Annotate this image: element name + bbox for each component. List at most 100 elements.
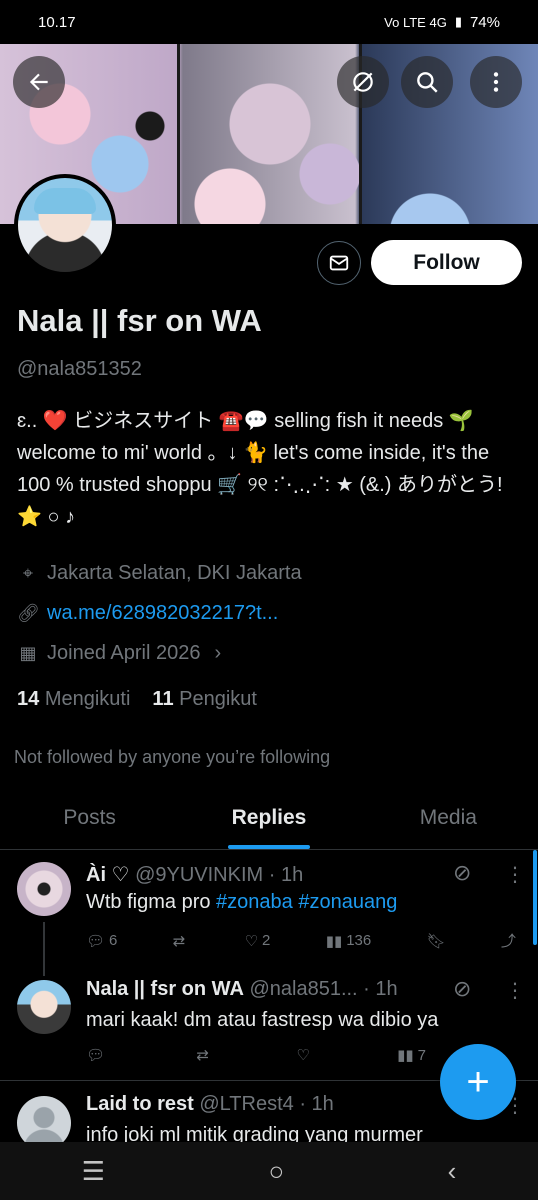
- link-icon: 🔗︎: [17, 603, 40, 623]
- reply-icon: 💬︎: [86, 1047, 106, 1064]
- tweet-header: Ài ♡ @9YUVINKIM · 1h: [86, 862, 303, 887]
- follow-stats: 14 Mengikuti 11 Pengikut: [17, 688, 257, 711]
- tab-replies[interactable]: Replies: [179, 796, 358, 849]
- following-count: 14: [17, 688, 40, 710]
- views-icon: ▮▮: [325, 932, 343, 950]
- following-stat[interactable]: 14 Mengikuti: [17, 688, 130, 711]
- grok-button[interactable]: [337, 56, 389, 108]
- tweet-text-plain: Wtb figma pro: [86, 891, 217, 913]
- link-text[interactable]: wa.me/628982032217?t...: [47, 602, 278, 625]
- back-button[interactable]: [13, 56, 65, 108]
- more-vertical-icon: [493, 72, 499, 92]
- profile-name: Nala || fsr on WA: [17, 303, 262, 338]
- views-icon: ▮▮: [397, 1047, 414, 1064]
- tweet-author-name[interactable]: Ài ♡: [86, 864, 130, 886]
- hashtag[interactable]: #zonaba: [216, 891, 293, 913]
- joined-text: Joined April 2026: [47, 642, 201, 664]
- tab-posts[interactable]: Posts: [0, 796, 179, 849]
- not-followed-note: Not followed by anyone you’re following: [14, 747, 331, 767]
- reply-icon: 💬︎: [86, 932, 106, 950]
- reply-button[interactable]: 💬︎ 6: [86, 930, 117, 951]
- search-button[interactable]: [401, 56, 453, 108]
- message-button[interactable]: [317, 241, 361, 285]
- chevron-right-icon: ›: [214, 642, 222, 664]
- status-icons: Vo LTE 4G ▮ 74%: [377, 14, 500, 31]
- profile-handle: @nala851352: [17, 358, 142, 380]
- like-count: 2: [262, 932, 271, 949]
- tweet-avatar[interactable]: [17, 980, 71, 1034]
- reply-button[interactable]: 💬︎: [86, 1046, 109, 1064]
- tweet-handle[interactable]: @nala851...: [249, 978, 357, 1000]
- profile-link[interactable]: 🔗︎ wa.me/628982032217?t...: [17, 602, 278, 625]
- location-pin-icon: ⌖: [22, 563, 34, 583]
- more-button[interactable]: [470, 56, 522, 108]
- heart-icon: ♡: [244, 932, 259, 950]
- view-count: 136: [346, 932, 372, 949]
- tab-media[interactable]: Media: [359, 796, 538, 849]
- profile-joined[interactable]: ▦ Joined April 2026 ›: [17, 642, 221, 665]
- profile-avatar[interactable]: [14, 174, 116, 276]
- tweet-actions: 💬︎ ⇄ ♡ ▮▮ 7: [86, 1046, 426, 1065]
- followers-count: 11: [152, 688, 174, 710]
- compose-button[interactable]: +: [440, 1044, 516, 1120]
- more-vertical-icon[interactable]: ⋮: [505, 862, 525, 887]
- signal-icons: Vo LTE 4G: [376, 14, 447, 30]
- views-button[interactable]: ▮▮ 136: [326, 930, 372, 951]
- repost-icon: ⇄: [172, 932, 186, 950]
- grok-icon[interactable]: ⊘: [453, 976, 471, 1002]
- tweet-text: Wtb figma pro #zonaba #zonauang: [86, 891, 397, 914]
- system-nav-bar: ☰ ○ ‹: [0, 1142, 538, 1200]
- like-button[interactable]: ♡: [296, 1046, 309, 1064]
- grok-icon: [353, 72, 373, 92]
- tweet-avatar[interactable]: [17, 862, 71, 916]
- location-text: Jakarta Selatan, DKI Jakarta: [47, 562, 302, 584]
- battery-level: 74%: [469, 13, 500, 31]
- views-button[interactable]: ▮▮ 7: [397, 1046, 426, 1065]
- followers-stat[interactable]: 11 Pengikut: [152, 688, 257, 711]
- tweet-header: Laid to rest @LTRest4 · 1h: [86, 1093, 334, 1116]
- reply-count: 6: [109, 932, 118, 949]
- recents-icon[interactable]: ☰: [82, 1156, 105, 1187]
- tweet-actions: 💬︎ 6 ⇄ ♡ 2 ▮▮ 136 🔖︎ ⤴: [86, 930, 516, 951]
- arrow-left-icon: [29, 73, 48, 91]
- tweet-time: · 1h: [299, 1093, 334, 1115]
- bookmark-button[interactable]: 🔖︎: [427, 930, 446, 951]
- bookmark-icon: 🔖︎: [426, 932, 446, 950]
- tweet-header: Nala || fsr on WA @nala851... · 1h: [86, 978, 398, 1001]
- like-button[interactable]: ♡ 2: [245, 930, 271, 951]
- thread-line: [43, 922, 45, 976]
- heart-icon: ♡: [296, 1047, 310, 1064]
- mail-icon: [329, 255, 349, 271]
- tweet-time: · 1h: [363, 978, 398, 1000]
- grok-icon[interactable]: ⊘: [453, 860, 471, 886]
- followers-label: Pengikut: [179, 688, 257, 710]
- repost-button[interactable]: ⇄: [196, 1046, 209, 1064]
- repost-icon: ⇄: [196, 1047, 209, 1064]
- profile-bio: ɛ.. ❤️ ビジネスサイト ☎️💬 selling fish it needs…: [17, 410, 503, 528]
- home-icon[interactable]: ○: [268, 1156, 284, 1187]
- share-button[interactable]: ⤴: [501, 930, 516, 951]
- tweet-handle[interactable]: @9YUVINKIM: [135, 864, 263, 886]
- search-icon: [417, 72, 438, 93]
- repost-button[interactable]: ⇄: [173, 930, 190, 951]
- tweet-handle[interactable]: @LTRest4: [199, 1093, 293, 1115]
- banner-divider: [177, 44, 180, 224]
- status-bar: 10.17 Vo LTE 4G ▮ 74%: [0, 0, 538, 44]
- more-vertical-icon[interactable]: ⋮: [505, 978, 525, 1003]
- following-label: Mengikuti: [44, 688, 131, 710]
- hashtag[interactable]: #zonauang: [298, 891, 397, 913]
- profile-location: ⌖ Jakarta Selatan, DKI Jakarta: [17, 562, 302, 585]
- profile-tabs: Posts Replies Media: [0, 796, 538, 850]
- tweet-time: · 1h: [268, 864, 304, 886]
- scrollbar[interactable]: [533, 850, 537, 945]
- follow-button[interactable]: Follow: [371, 240, 522, 285]
- avatar-hat: [34, 188, 96, 214]
- battery-icon: ▮: [454, 14, 462, 29]
- tweet-author-name[interactable]: Laid to rest: [86, 1093, 194, 1115]
- calendar-icon: ▦: [19, 643, 37, 663]
- tweet-text: mari kaak! dm atau fastresp wa dibio ya: [86, 1009, 439, 1031]
- back-nav-icon[interactable]: ‹: [448, 1156, 457, 1187]
- view-count: 7: [417, 1046, 426, 1064]
- tweet-author-name[interactable]: Nala || fsr on WA: [86, 978, 244, 1000]
- share-icon: ⤴: [500, 933, 516, 950]
